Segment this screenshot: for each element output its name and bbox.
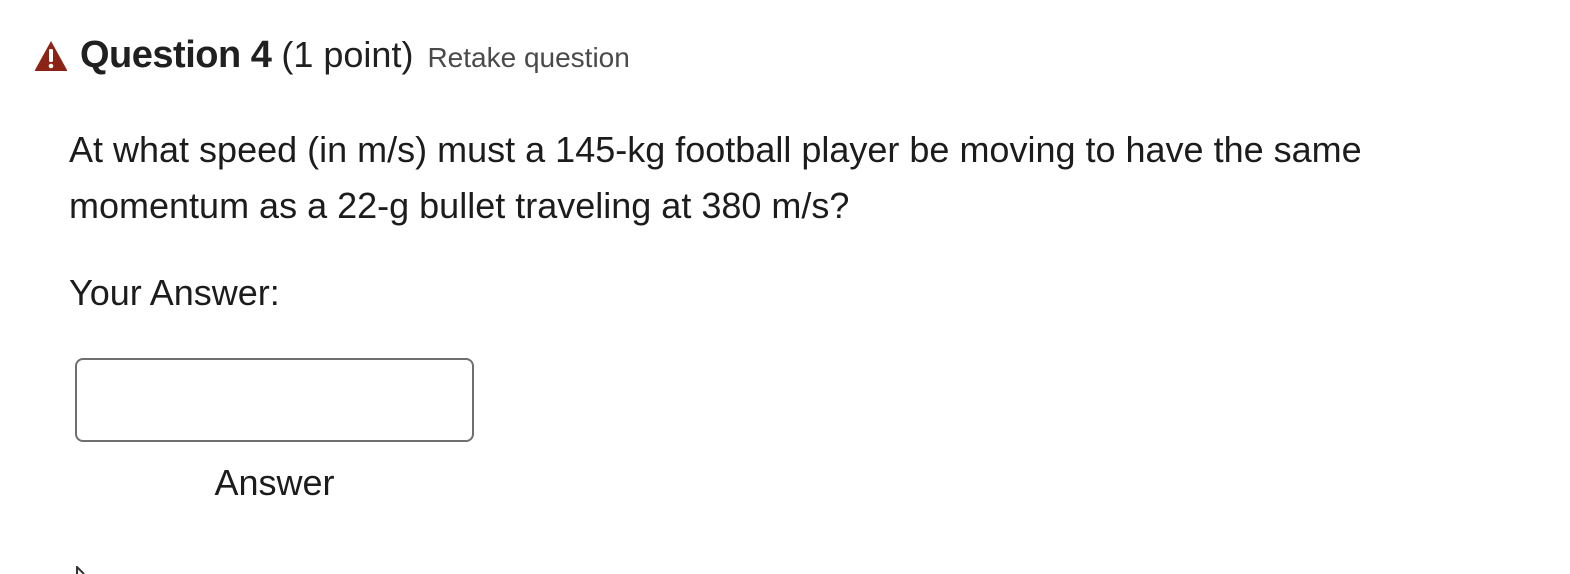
answer-label: Your Answer: (69, 272, 280, 313)
answer-input-caption: Answer (214, 462, 335, 503)
question-points: (1 point) (281, 34, 414, 75)
pointer-cursor-icon (76, 566, 85, 574)
question-title: Question 4 (80, 34, 272, 76)
answer-input[interactable] (75, 358, 474, 442)
retake-question-link[interactable]: Retake question (427, 42, 629, 74)
warning-triangle-icon (34, 40, 68, 72)
question-header: Question 4 (1 point) Retake question (34, 34, 630, 77)
question-text: At what speed (in m/s) must a 145-kg foo… (69, 129, 1362, 226)
